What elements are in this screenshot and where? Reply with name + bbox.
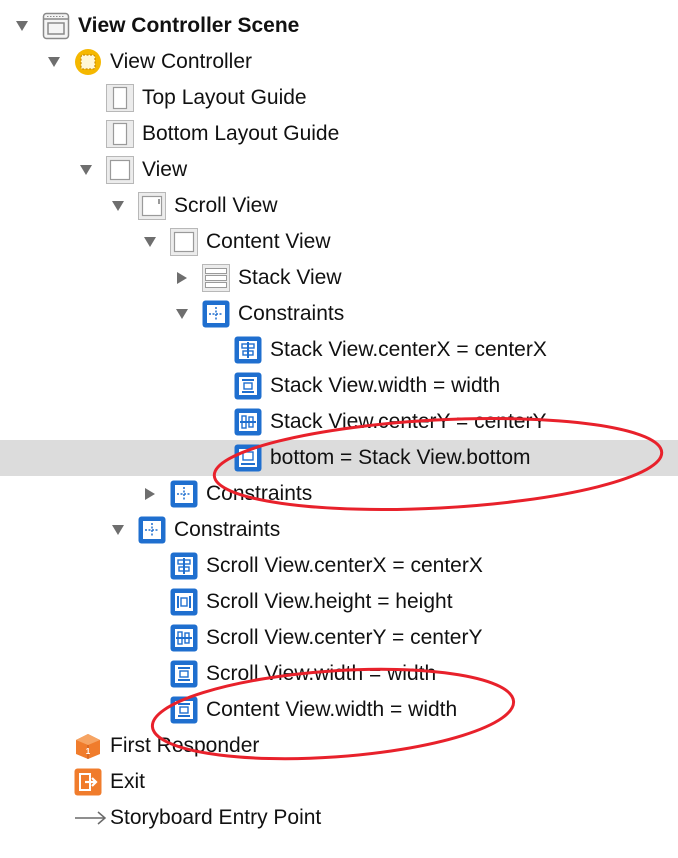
outline-row-label: Content View [206, 230, 331, 253]
outline-row[interactable]: Scroll View.centerX = centerX [0, 548, 678, 584]
outline-row-label: Stack View.centerX = centerX [270, 338, 547, 361]
outline-row[interactable]: Bottom Layout Guide [0, 116, 678, 152]
outline-row-label: Content View.width = width [206, 698, 458, 721]
disclosure-triangle-expanded-icon[interactable] [106, 512, 130, 548]
constraints-icon [138, 516, 166, 544]
center-x-constraint-icon [170, 552, 198, 580]
outline-row-label: View [142, 158, 188, 181]
outline-row[interactable]: Top Layout Guide [0, 80, 678, 116]
outline-row[interactable]: 1 First Responder [0, 728, 678, 764]
outline-row[interactable]: Scroll View [0, 188, 678, 224]
disclosure-triangle-expanded-icon[interactable] [170, 296, 194, 332]
outline-row[interactable]: Scroll View.height = height [0, 584, 678, 620]
center-x-constraint-icon [234, 336, 262, 364]
disclosure-triangle-expanded-icon[interactable] [42, 44, 66, 80]
outline-row[interactable]: Scroll View.centerY = centerY [0, 620, 678, 656]
outline-row-label: View Controller [110, 50, 253, 73]
outline-row[interactable]: Content View [0, 224, 678, 260]
outline-row-label: First Responder [110, 734, 260, 757]
outline-row-label: Stack View.centerY = centerY [270, 410, 547, 433]
exit-icon [74, 768, 102, 796]
bottom-constraint-icon [234, 444, 262, 472]
disclosure-triangle-expanded-icon[interactable] [106, 188, 130, 224]
outline-row-label: Scroll View.centerY = centerY [206, 626, 483, 649]
outline-row-label: Constraints [238, 302, 345, 325]
first-responder-icon: 1 [74, 732, 102, 760]
disclosure-triangle-expanded-icon[interactable] [10, 8, 34, 44]
outline-row[interactable]: Storyboard Entry Point [0, 800, 678, 836]
outline-row-label: Constraints [206, 482, 313, 505]
outline-row-label: Scroll View.width = width [206, 662, 437, 685]
outline-row[interactable]: Stack View [0, 260, 678, 296]
outline-row[interactable]: View Controller Scene [0, 8, 678, 44]
outline-row[interactable]: Constraints [0, 296, 678, 332]
outline-row-label: bottom = Stack View.bottom [270, 446, 531, 469]
outline-row-label: View Controller Scene [78, 14, 300, 37]
center-y-constraint-icon [170, 624, 198, 652]
view-controller-icon [74, 48, 102, 76]
disclosure-triangle-collapsed-icon[interactable] [170, 260, 194, 296]
outline-row-label: Scroll View.centerX = centerX [206, 554, 483, 577]
layout-guide-icon [106, 120, 134, 148]
outline-row[interactable]: Constraints [0, 512, 678, 548]
outline-row[interactable]: Constraints [0, 476, 678, 512]
outline-row[interactable]: Stack View.width = width [0, 368, 678, 404]
stack-view-icon [202, 264, 230, 292]
outline-row-label: Constraints [174, 518, 281, 541]
center-y-constraint-icon [234, 408, 262, 436]
disclosure-triangle-expanded-icon[interactable] [138, 224, 162, 260]
outline-row[interactable]: Stack View.centerX = centerX [0, 332, 678, 368]
layout-guide-icon [106, 84, 134, 112]
document-outline: View Controller Scene View Controller Top … [0, 0, 678, 858]
width-constraint-icon [234, 372, 262, 400]
width-constraint-icon [170, 696, 198, 724]
svg-text:1: 1 [86, 747, 91, 756]
scroll-view-icon [138, 192, 166, 220]
outline-row[interactable]: Exit [0, 764, 678, 800]
outline-row-label: Stack View.width = width [270, 374, 501, 397]
view-icon [170, 228, 198, 256]
outline-row[interactable]: Scroll View.width = width [0, 656, 678, 692]
outline-row[interactable]: View Controller [0, 44, 678, 80]
disclosure-triangle-expanded-icon[interactable] [74, 152, 98, 188]
entry-point-arrow-icon [74, 804, 108, 832]
outline-row-label: Scroll View [174, 194, 278, 217]
view-icon [106, 156, 134, 184]
outline-row-label: Stack View [238, 266, 342, 289]
height-constraint-icon [170, 588, 198, 616]
outline-row-label: Storyboard Entry Point [110, 806, 322, 829]
outline-row-label: Top Layout Guide [142, 86, 307, 109]
width-constraint-icon [170, 660, 198, 688]
constraints-icon [202, 300, 230, 328]
outline-row[interactable]: Stack View.centerY = centerY [0, 404, 678, 440]
outline-row-label: Exit [110, 770, 146, 793]
constraints-icon [170, 480, 198, 508]
outline-row[interactable]: View [0, 152, 678, 188]
outline-row-label: Scroll View.height = height [206, 590, 453, 613]
outline-row[interactable]: Content View.width = width [0, 692, 678, 728]
scene-icon [42, 12, 70, 40]
disclosure-triangle-collapsed-icon[interactable] [138, 476, 162, 512]
outline-row-label: Bottom Layout Guide [142, 122, 340, 145]
outline-row[interactable]: bottom = Stack View.bottom [0, 440, 678, 476]
